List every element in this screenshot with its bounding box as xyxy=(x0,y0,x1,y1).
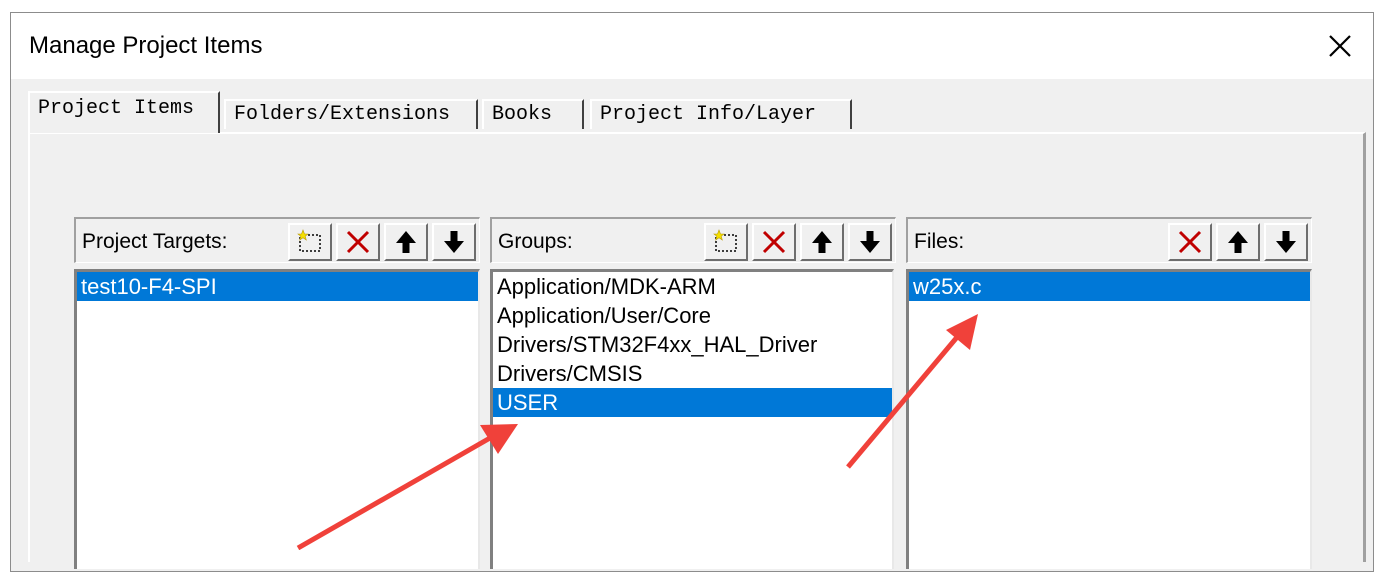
groups-header: Groups: xyxy=(490,217,896,263)
new-target-button[interactable] xyxy=(288,223,332,261)
close-button[interactable] xyxy=(1325,31,1355,61)
group-item[interactable]: Drivers/CMSIS xyxy=(493,359,892,388)
arrow-up-icon xyxy=(1228,231,1248,253)
project-targets-header: Project Targets: xyxy=(74,217,480,263)
groups-label: Groups: xyxy=(498,230,573,253)
arrow-up-icon xyxy=(812,231,832,253)
move-file-down-button[interactable] xyxy=(1264,223,1308,261)
new-group-button[interactable] xyxy=(704,223,748,261)
move-target-up-button[interactable] xyxy=(384,223,428,261)
tab-folders-extensions[interactable]: Folders/Extensions xyxy=(224,99,478,129)
tab-project-items[interactable]: Project Items xyxy=(28,91,220,133)
arrow-down-icon xyxy=(1276,231,1296,253)
files-list[interactable]: w25x.c xyxy=(906,269,1312,569)
project-targets-label: Project Targets: xyxy=(82,230,228,253)
tab-project-info-layer[interactable]: Project Info/Layer xyxy=(590,99,852,129)
move-target-down-button[interactable] xyxy=(432,223,476,261)
delete-group-button[interactable] xyxy=(752,223,796,261)
tab-label: Folders/Extensions xyxy=(234,103,451,126)
move-group-up-button[interactable] xyxy=(800,223,844,261)
group-item[interactable]: Application/MDK-ARM xyxy=(493,272,892,301)
tab-label: Books xyxy=(492,103,553,126)
files-header: Files: xyxy=(906,217,1312,263)
arrow-up-icon xyxy=(396,231,416,253)
file-item[interactable]: w25x.c xyxy=(909,272,1310,301)
group-item[interactable]: Application/User/Core xyxy=(493,301,892,330)
target-item[interactable]: test10-F4-SPI xyxy=(77,272,478,301)
group-item[interactable]: Drivers/STM32F4xx_HAL_Driver xyxy=(493,330,892,359)
delete-icon xyxy=(1178,230,1202,254)
delete-icon xyxy=(346,230,370,254)
group-item[interactable]: USER xyxy=(493,388,892,417)
delete-file-button[interactable] xyxy=(1168,223,1212,261)
move-group-down-button[interactable] xyxy=(848,223,892,261)
delete-icon xyxy=(762,230,786,254)
move-file-up-button[interactable] xyxy=(1216,223,1260,261)
close-icon xyxy=(1329,35,1351,57)
groups-list[interactable]: Application/MDK-ARM Application/User/Cor… xyxy=(490,269,894,569)
new-item-icon xyxy=(713,229,737,252)
title-bar: Manage Project Items xyxy=(11,13,1373,79)
files-label: Files: xyxy=(914,230,965,253)
arrow-down-icon xyxy=(860,231,880,253)
new-item-icon xyxy=(297,229,321,252)
tab-label: Project Items xyxy=(38,97,195,120)
project-targets-list[interactable]: test10-F4-SPI xyxy=(74,269,480,569)
dialog-title: Manage Project Items xyxy=(29,32,263,59)
arrow-down-icon xyxy=(444,231,464,253)
delete-target-button[interactable] xyxy=(336,223,380,261)
tab-books[interactable]: Books xyxy=(482,99,584,129)
tab-label: Project Info/Layer xyxy=(600,103,817,126)
